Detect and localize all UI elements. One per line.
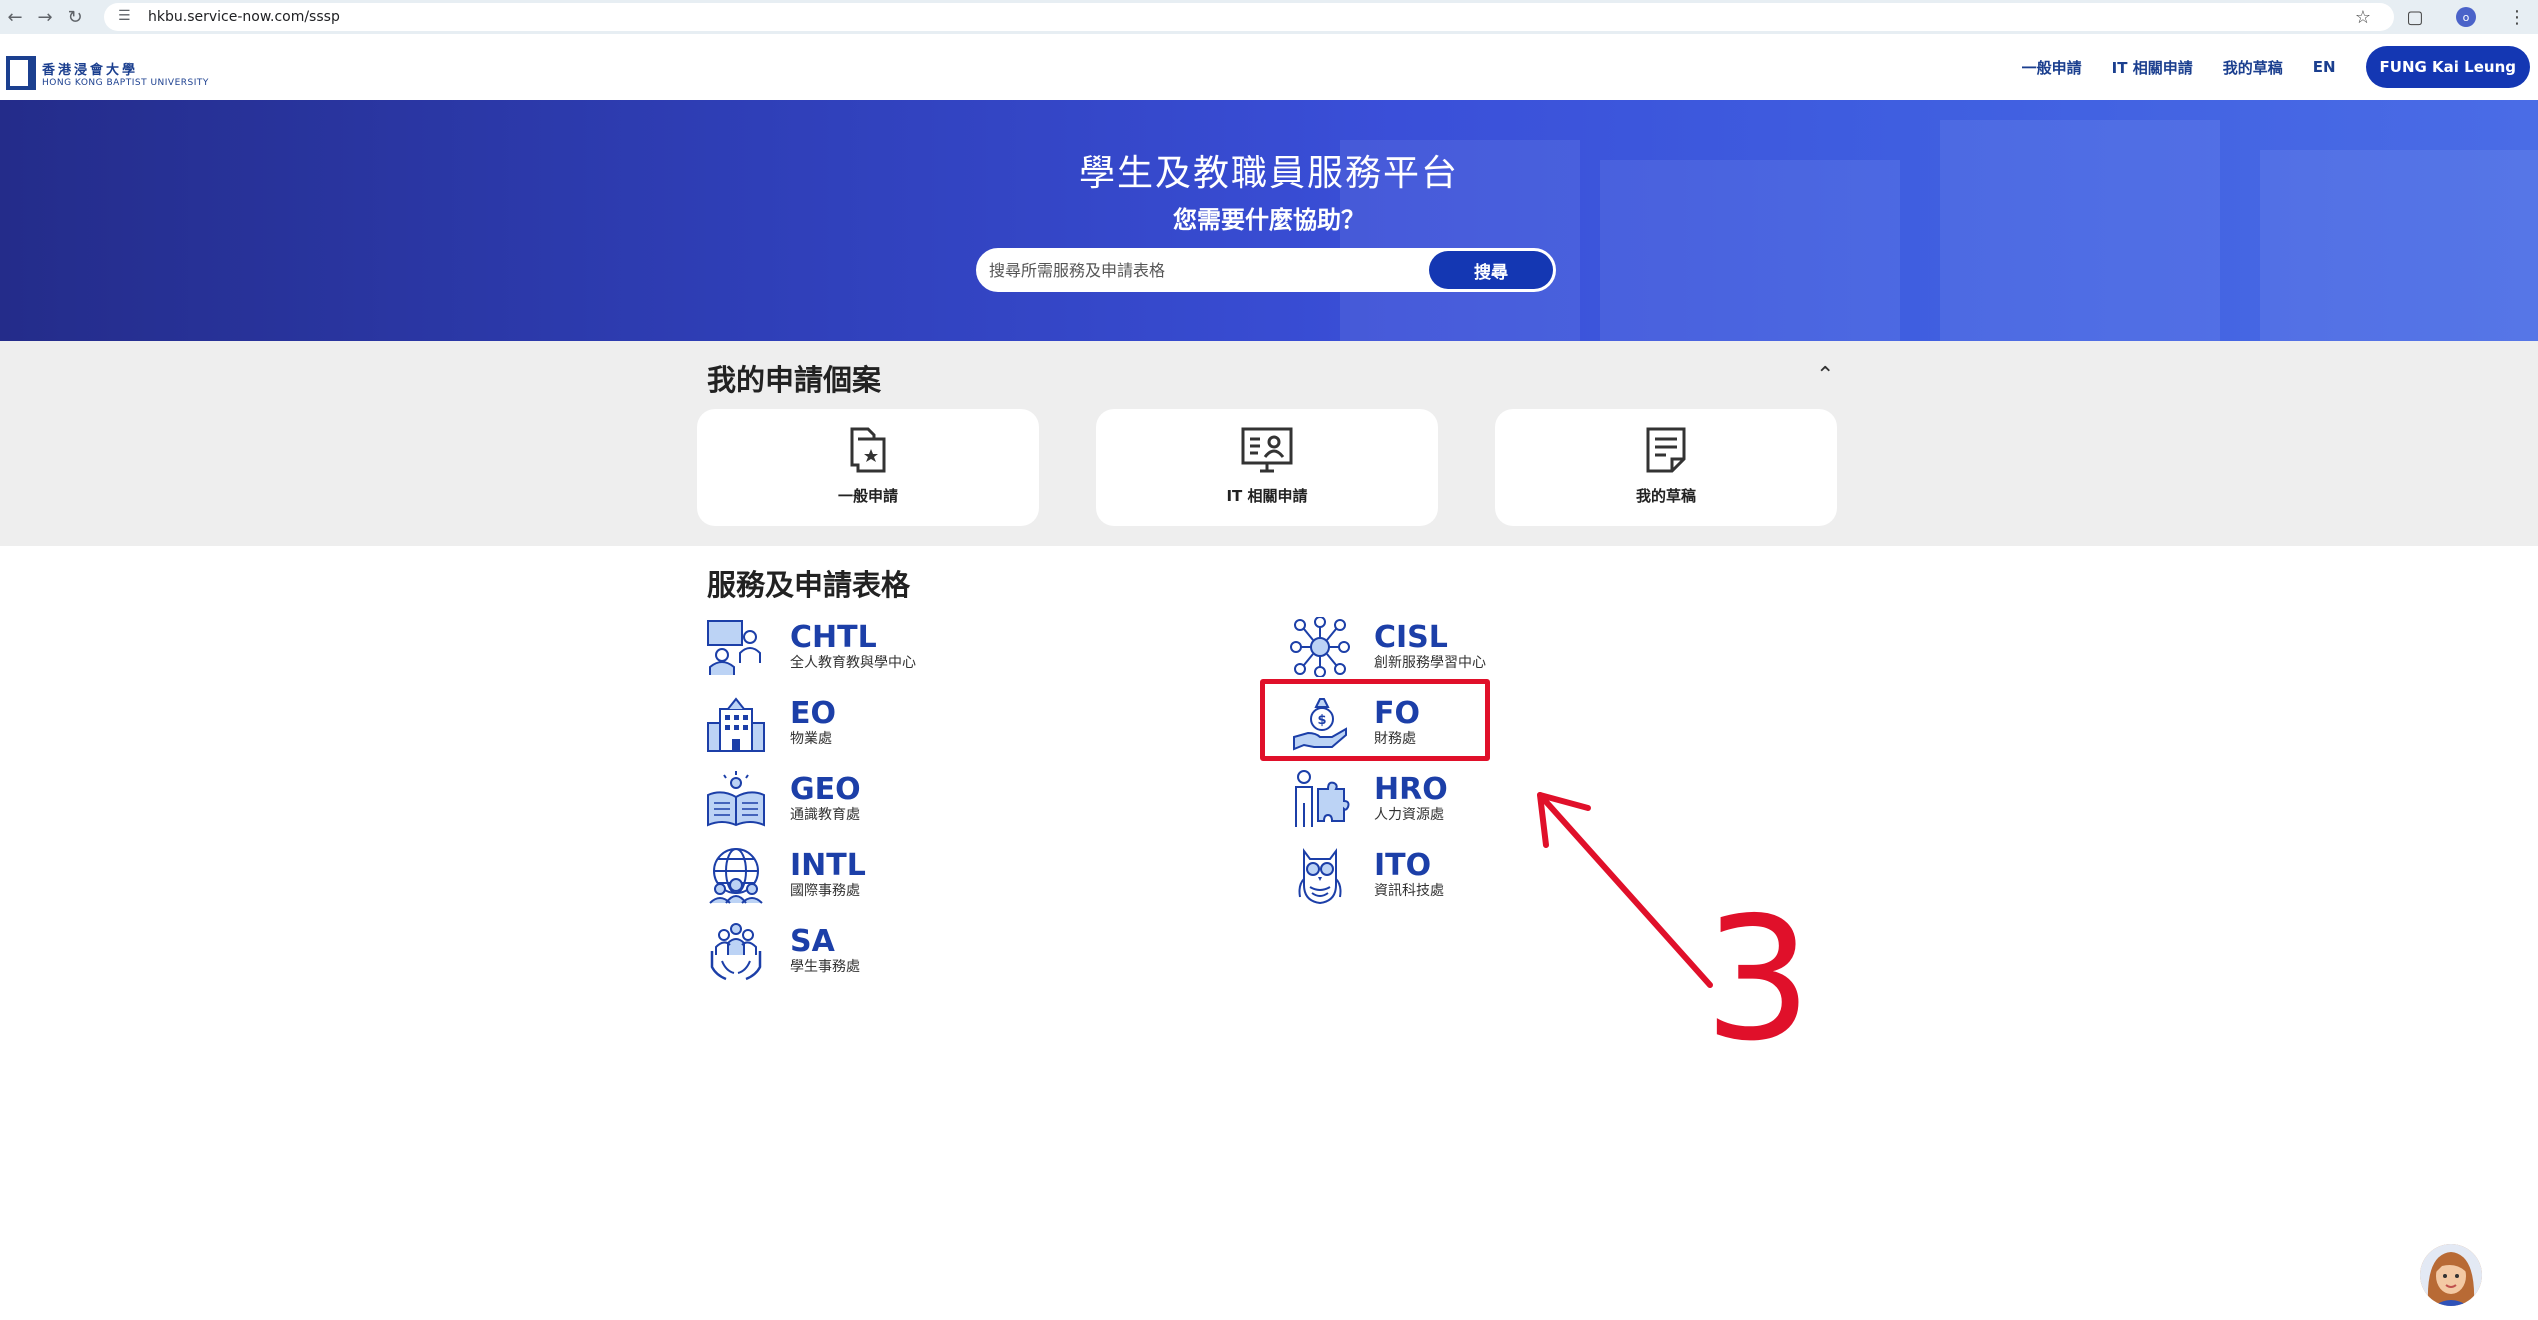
- annotation-arrow-shaft: [1537, 792, 1713, 988]
- annotation-overlay: 3: [1537, 792, 1812, 1079]
- assistant-face-icon: [2420, 1244, 2482, 1306]
- virtual-agent-avatar[interactable]: [2420, 1244, 2482, 1306]
- annotation-step-number: 3: [1704, 881, 1812, 1079]
